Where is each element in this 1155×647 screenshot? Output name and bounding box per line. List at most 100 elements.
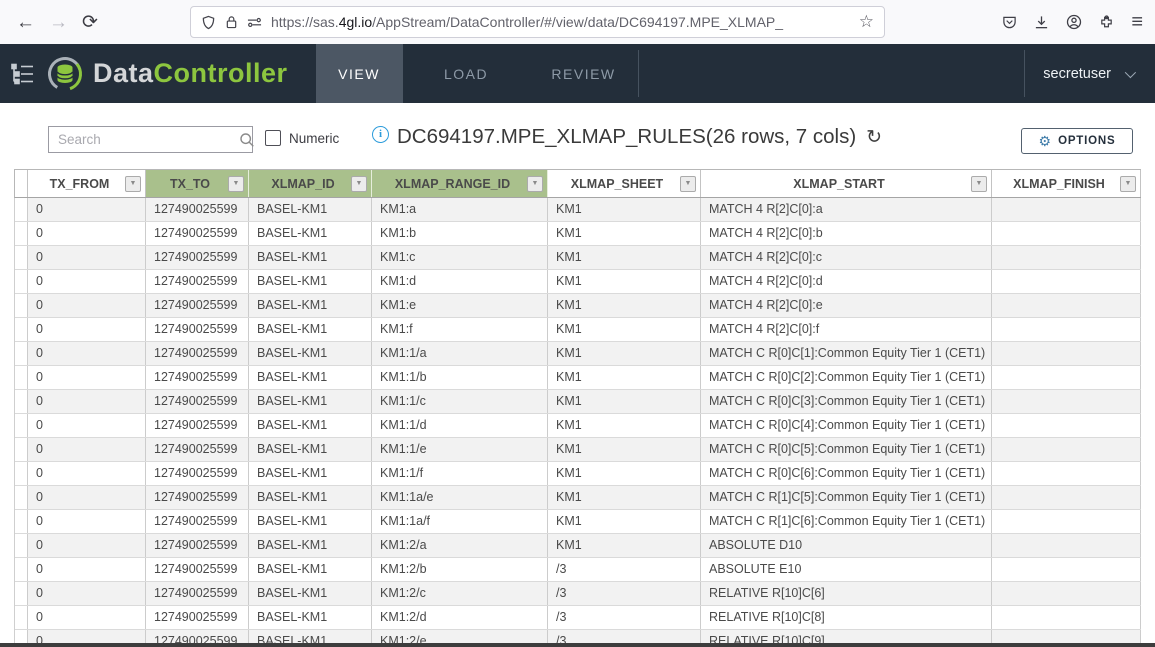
tab-load[interactable]: LOAD [403, 44, 530, 103]
filter-button[interactable]: ▼ [971, 176, 987, 192]
permissions-icon[interactable] [247, 16, 262, 28]
row-handle[interactable] [15, 462, 28, 485]
grid-cell[interactable]: KM1:2/b [372, 558, 548, 581]
grid-cell[interactable]: 127490025599 [146, 318, 249, 341]
grid-cell[interactable]: MATCH 4 R[2]C[0]:b [701, 222, 992, 245]
grid-cell[interactable]: 0 [28, 486, 146, 509]
filter-button[interactable]: ▼ [1120, 176, 1136, 192]
grid-cell[interactable]: KM1:1/d [372, 414, 548, 437]
grid-cell[interactable]: 127490025599 [146, 198, 249, 221]
grid-cell[interactable]: KM1:d [372, 270, 548, 293]
row-handle[interactable] [15, 198, 28, 221]
grid-cell[interactable]: 0 [28, 198, 146, 221]
grid-cell[interactable]: KM1 [548, 486, 701, 509]
grid-cell[interactable]: KM1:1/e [372, 438, 548, 461]
row-handle[interactable] [15, 366, 28, 389]
grid-cell[interactable]: MATCH C R[1]C[6]:Common Equity Tier 1 (C… [701, 510, 992, 533]
grid-cell[interactable]: KM1 [548, 366, 701, 389]
grid-cell[interactable]: BASEL-KM1 [249, 534, 372, 557]
row-handle[interactable] [15, 294, 28, 317]
grid-cell[interactable]: 127490025599 [146, 534, 249, 557]
grid-cell[interactable] [992, 294, 1141, 317]
filter-button[interactable]: ▼ [527, 176, 543, 192]
grid-cell[interactable]: 0 [28, 510, 146, 533]
grid-cell[interactable]: BASEL-KM1 [249, 438, 372, 461]
url-text[interactable]: https://sas.4gl.io/AppStream/DataControl… [271, 14, 850, 30]
grid-cell[interactable] [992, 486, 1141, 509]
grid-cell[interactable]: KM1 [548, 462, 701, 485]
grid-cell[interactable]: 0 [28, 582, 146, 605]
grid-cell[interactable]: KM1 [548, 270, 701, 293]
row-handle[interactable] [15, 606, 28, 629]
grid-cell[interactable]: 127490025599 [146, 510, 249, 533]
grid-cell[interactable]: KM1:2/d [372, 606, 548, 629]
options-button[interactable]: ⚙ OPTIONS [1021, 128, 1133, 154]
grid-cell[interactable]: 127490025599 [146, 486, 249, 509]
grid-cell[interactable]: BASEL-KM1 [249, 486, 372, 509]
grid-cell[interactable] [992, 414, 1141, 437]
grid-cell[interactable]: KM1:1/b [372, 366, 548, 389]
grid-cell[interactable]: MATCH 4 R[2]C[0]:e [701, 294, 992, 317]
grid-cell[interactable]: 0 [28, 414, 146, 437]
row-handle[interactable] [15, 390, 28, 413]
grid-cell[interactable]: MATCH 4 R[2]C[0]:f [701, 318, 992, 341]
grid-cell[interactable]: BASEL-KM1 [249, 246, 372, 269]
grid-cell[interactable]: BASEL-KM1 [249, 270, 372, 293]
download-icon[interactable] [1034, 15, 1049, 30]
row-handle[interactable] [15, 246, 28, 269]
grid-cell[interactable]: KM1:f [372, 318, 548, 341]
grid-cell[interactable]: 127490025599 [146, 390, 249, 413]
grid-cell[interactable]: KM1:c [372, 246, 548, 269]
grid-cell[interactable]: KM1 [548, 198, 701, 221]
grid-header-cell[interactable]: XLMAP_RANGE_ID▼ [372, 170, 548, 197]
info-icon[interactable]: i [372, 126, 389, 143]
grid-cell[interactable]: 127490025599 [146, 270, 249, 293]
filter-button[interactable]: ▼ [351, 176, 367, 192]
grid-cell[interactable]: BASEL-KM1 [249, 582, 372, 605]
grid-cell[interactable]: 127490025599 [146, 582, 249, 605]
shield-icon[interactable] [201, 15, 216, 30]
grid-cell[interactable]: KM1:a [372, 198, 548, 221]
grid-cell[interactable]: /3 [548, 606, 701, 629]
grid-header-handle[interactable] [15, 170, 28, 197]
tab-view[interactable]: VIEW [316, 44, 403, 103]
grid-cell[interactable] [992, 582, 1141, 605]
grid-cell[interactable]: KM1:1/f [372, 462, 548, 485]
grid-cell[interactable]: KM1:e [372, 294, 548, 317]
grid-header-cell[interactable]: TX_FROM▼ [28, 170, 146, 197]
grid-cell[interactable]: MATCH 4 R[2]C[0]:d [701, 270, 992, 293]
grid-cell[interactable]: MATCH C R[0]C[6]:Common Equity Tier 1 (C… [701, 462, 992, 485]
search-input[interactable] [49, 127, 239, 152]
grid-cell[interactable]: KM1 [548, 294, 701, 317]
grid-cell[interactable]: 0 [28, 342, 146, 365]
row-handle[interactable] [15, 414, 28, 437]
grid-cell[interactable]: 0 [28, 222, 146, 245]
grid-cell[interactable]: KM1 [548, 414, 701, 437]
grid-cell[interactable]: 127490025599 [146, 366, 249, 389]
grid-cell[interactable]: KM1:2/a [372, 534, 548, 557]
grid-cell[interactable]: 127490025599 [146, 414, 249, 437]
row-handle[interactable] [15, 510, 28, 533]
grid-cell[interactable]: MATCH C R[1]C[5]:Common Equity Tier 1 (C… [701, 486, 992, 509]
grid-cell[interactable]: 0 [28, 438, 146, 461]
grid-cell[interactable]: ABSOLUTE D10 [701, 534, 992, 557]
grid-cell[interactable]: KM1 [548, 510, 701, 533]
grid-cell[interactable]: BASEL-KM1 [249, 342, 372, 365]
grid-cell[interactable]: 127490025599 [146, 462, 249, 485]
grid-cell[interactable] [992, 606, 1141, 629]
grid-cell[interactable]: BASEL-KM1 [249, 462, 372, 485]
grid-cell[interactable]: 0 [28, 390, 146, 413]
row-handle[interactable] [15, 582, 28, 605]
grid-cell[interactable]: KM1 [548, 534, 701, 557]
grid-cell[interactable]: MATCH C R[0]C[3]:Common Equity Tier 1 (C… [701, 390, 992, 413]
grid-cell[interactable]: KM1:1a/e [372, 486, 548, 509]
grid-cell[interactable]: BASEL-KM1 [249, 510, 372, 533]
grid-cell[interactable] [992, 246, 1141, 269]
extensions-icon[interactable] [1099, 15, 1114, 30]
grid-cell[interactable]: 127490025599 [146, 246, 249, 269]
grid-cell[interactable] [992, 510, 1141, 533]
grid-cell[interactable]: /3 [548, 582, 701, 605]
grid-cell[interactable]: MATCH C R[0]C[4]:Common Equity Tier 1 (C… [701, 414, 992, 437]
grid-cell[interactable]: KM1:2/c [372, 582, 548, 605]
grid-cell[interactable]: BASEL-KM1 [249, 366, 372, 389]
